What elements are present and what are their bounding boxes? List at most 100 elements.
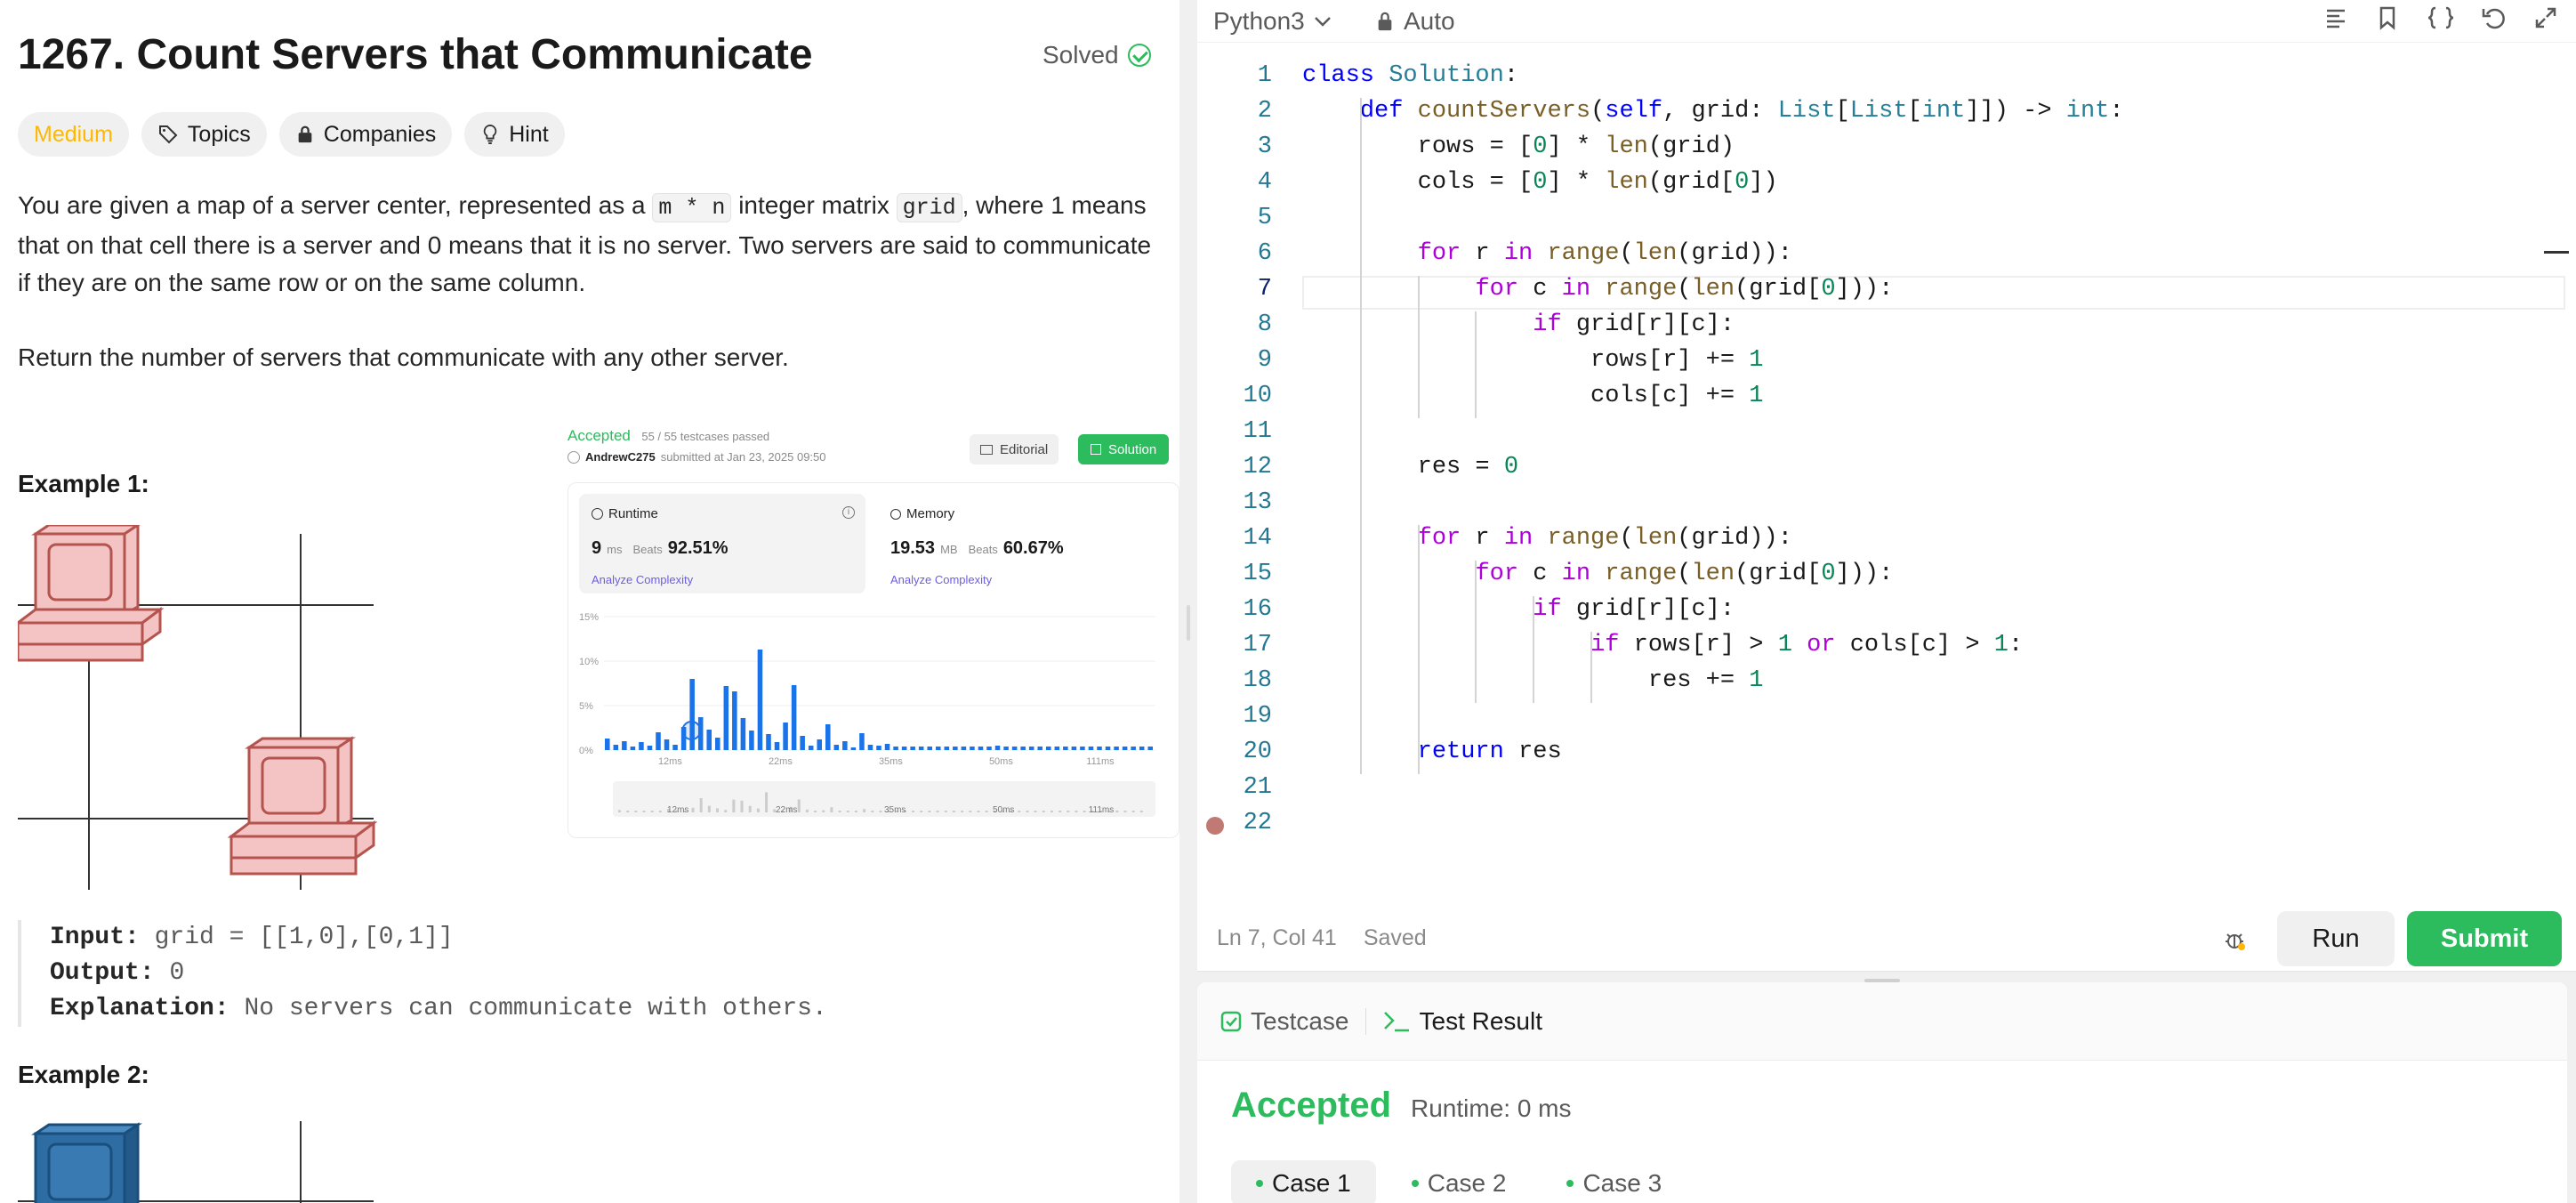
runtime-distribution-chart[interactable]: 15% 10% 5% 0% 12ms 22ms 35ms 50ms 111ms 12ms 22ms 3… (568, 599, 1179, 839)
description-paragraph: You are given a map of a server center, … (18, 191, 1152, 296)
runtime-label: Runtime (608, 506, 658, 521)
topics-button[interactable]: Topics (141, 112, 267, 157)
case-tabs: Case 1 Case 2 Case 3 (1231, 1160, 1686, 1203)
hint-button[interactable]: Hint (464, 112, 565, 157)
example-heading: Example 1: (18, 470, 149, 497)
histogram-bar (842, 741, 848, 750)
case-tab[interactable]: Case 1 (1231, 1160, 1376, 1203)
memory-beats: 60.67% (1002, 538, 1064, 558)
braces-icon[interactable] (2427, 5, 2455, 30)
info-icon[interactable]: i (842, 506, 855, 519)
auto-mode[interactable]: Auto (1375, 7, 1455, 36)
histogram-bar (994, 746, 1001, 750)
histogram-bar (639, 742, 644, 750)
code-line[interactable]: def countServers(self, grid: List[List[i… (1302, 98, 2124, 125)
histogram-bar (1131, 747, 1136, 750)
scrubber-tick-label: 12ms (667, 805, 688, 815)
analyze-complexity-link[interactable]: Analyze Complexity (890, 573, 992, 586)
undo-icon[interactable] (2482, 5, 2507, 30)
analyze-complexity-link[interactable]: Analyze Complexity (592, 573, 693, 586)
histogram-bar (791, 685, 797, 750)
companies-button[interactable]: Companies (278, 112, 453, 157)
histogram-bar (927, 747, 932, 750)
line-number: 19 (1243, 703, 1272, 730)
code-line[interactable]: return res (1302, 739, 1562, 765)
submit-button[interactable]: Submit (2407, 911, 2562, 966)
user-avatar (568, 450, 580, 464)
runtime-beats: 92.51% (667, 538, 729, 558)
code-line[interactable]: class Solution: (1302, 62, 1518, 89)
code-line[interactable]: rows[r] += 1 (1302, 347, 1763, 374)
description-paragraph: Return the number of servers that commun… (18, 343, 789, 371)
code-line[interactable]: if rows[r] > 1 or cols[c] > 1: (1302, 632, 2023, 658)
pass-dot-icon (1256, 1180, 1263, 1187)
list-icon[interactable] (2323, 5, 2348, 30)
y-tick-label: 5% (579, 701, 593, 712)
your-runtime-marker (681, 721, 702, 740)
memory-beats-label: Beats (968, 543, 998, 556)
y-tick-label: 10% (579, 657, 599, 667)
case-tab[interactable]: Case 2 (1387, 1160, 1532, 1203)
solution-button[interactable]: Solution (1078, 434, 1170, 464)
problem-description: You are given a map of a server center, … (18, 187, 1156, 414)
bookmark-icon[interactable] (2375, 5, 2400, 30)
scrubber-bar (1075, 811, 1078, 812)
language-select[interactable]: Python3 (1213, 7, 1332, 36)
check-circle-icon (1127, 44, 1151, 67)
auto-label: Auto (1404, 7, 1455, 35)
scrubber-tick-label: 50ms (993, 805, 1014, 815)
expand-icon[interactable] (2533, 5, 2558, 30)
line-number: 21 (1243, 774, 1272, 801)
panel-resize-handle[interactable] (1179, 0, 1197, 1203)
tab-testcase[interactable]: Testcase (1220, 1007, 1349, 1036)
scrubber-bar (961, 811, 964, 812)
histogram-bar (850, 747, 857, 750)
y-tick-label: 15% (579, 612, 599, 623)
histogram-bar (622, 741, 627, 750)
hint-label: Hint (509, 121, 549, 147)
histogram-bar (749, 731, 754, 750)
case-tab[interactable]: Case 3 (1542, 1160, 1686, 1203)
scrubber-bar (854, 811, 857, 812)
line-number: 17 (1243, 632, 1272, 658)
code-line[interactable]: if grid[r][c]: (1302, 596, 1735, 623)
line-number: 4 (1257, 169, 1272, 196)
histogram-bar (1003, 747, 1009, 750)
tab-testcase-label: Testcase (1251, 1006, 1349, 1035)
scrubber-bar (977, 811, 980, 812)
scrubber-bar (920, 811, 923, 812)
scrubber-bar (1059, 811, 1062, 812)
scrubber-tick-label: 35ms (884, 805, 906, 815)
histogram-bar (825, 724, 831, 750)
line-number: 14 (1243, 525, 1272, 552)
run-button[interactable]: Run (2277, 911, 2395, 966)
histogram-bar (706, 730, 712, 750)
scrubber-bar (634, 811, 638, 812)
line-number: 7 (1257, 276, 1272, 303)
tab-test-result[interactable]: Test Result (1382, 1007, 1542, 1036)
code-editor[interactable]: Python3 Auto 1 class Solution: 2 def count… (1197, 0, 2576, 972)
code-line[interactable]: for c in range(len(grid[0])): (1302, 276, 1893, 303)
debug-icon[interactable] (2222, 927, 2247, 952)
histogram-bar (901, 747, 907, 750)
code-line[interactable]: res = 0 (1302, 454, 1518, 480)
code-line[interactable]: if grid[r][c]: (1302, 311, 1735, 338)
line-number: 1 (1257, 62, 1272, 89)
breakpoint-dot[interactable] (1206, 817, 1224, 835)
scrubber-bar (863, 809, 866, 812)
code-line[interactable]: rows = [0] * len(grid) (1302, 133, 1735, 160)
editorial-button[interactable]: Editorial (970, 434, 1059, 464)
scrubber-bar (626, 811, 630, 812)
code-line[interactable]: cols[c] += 1 (1302, 383, 1763, 409)
scrubber-tick-label: 111ms (1089, 805, 1115, 815)
code-line[interactable]: cols = [0] * len(grid[0]) (1302, 169, 1778, 196)
scrubber-bar (928, 811, 931, 812)
memory-label: Memory (906, 506, 955, 521)
memory-icon (890, 508, 901, 520)
code-content[interactable]: 1 class Solution: 2 def countServers(self,… (1197, 62, 2576, 863)
code-line[interactable]: for r in range(len(grid)): (1302, 525, 1792, 552)
code-line[interactable]: for r in range(len(grid)): (1302, 240, 1792, 267)
code-line[interactable]: for c in range(len(grid[0])): (1302, 561, 1893, 587)
runtime-panel[interactable]: Runtime i 9 ms Beats 92.51% Analyze Comp… (579, 494, 865, 593)
histogram-bar (859, 733, 865, 750)
